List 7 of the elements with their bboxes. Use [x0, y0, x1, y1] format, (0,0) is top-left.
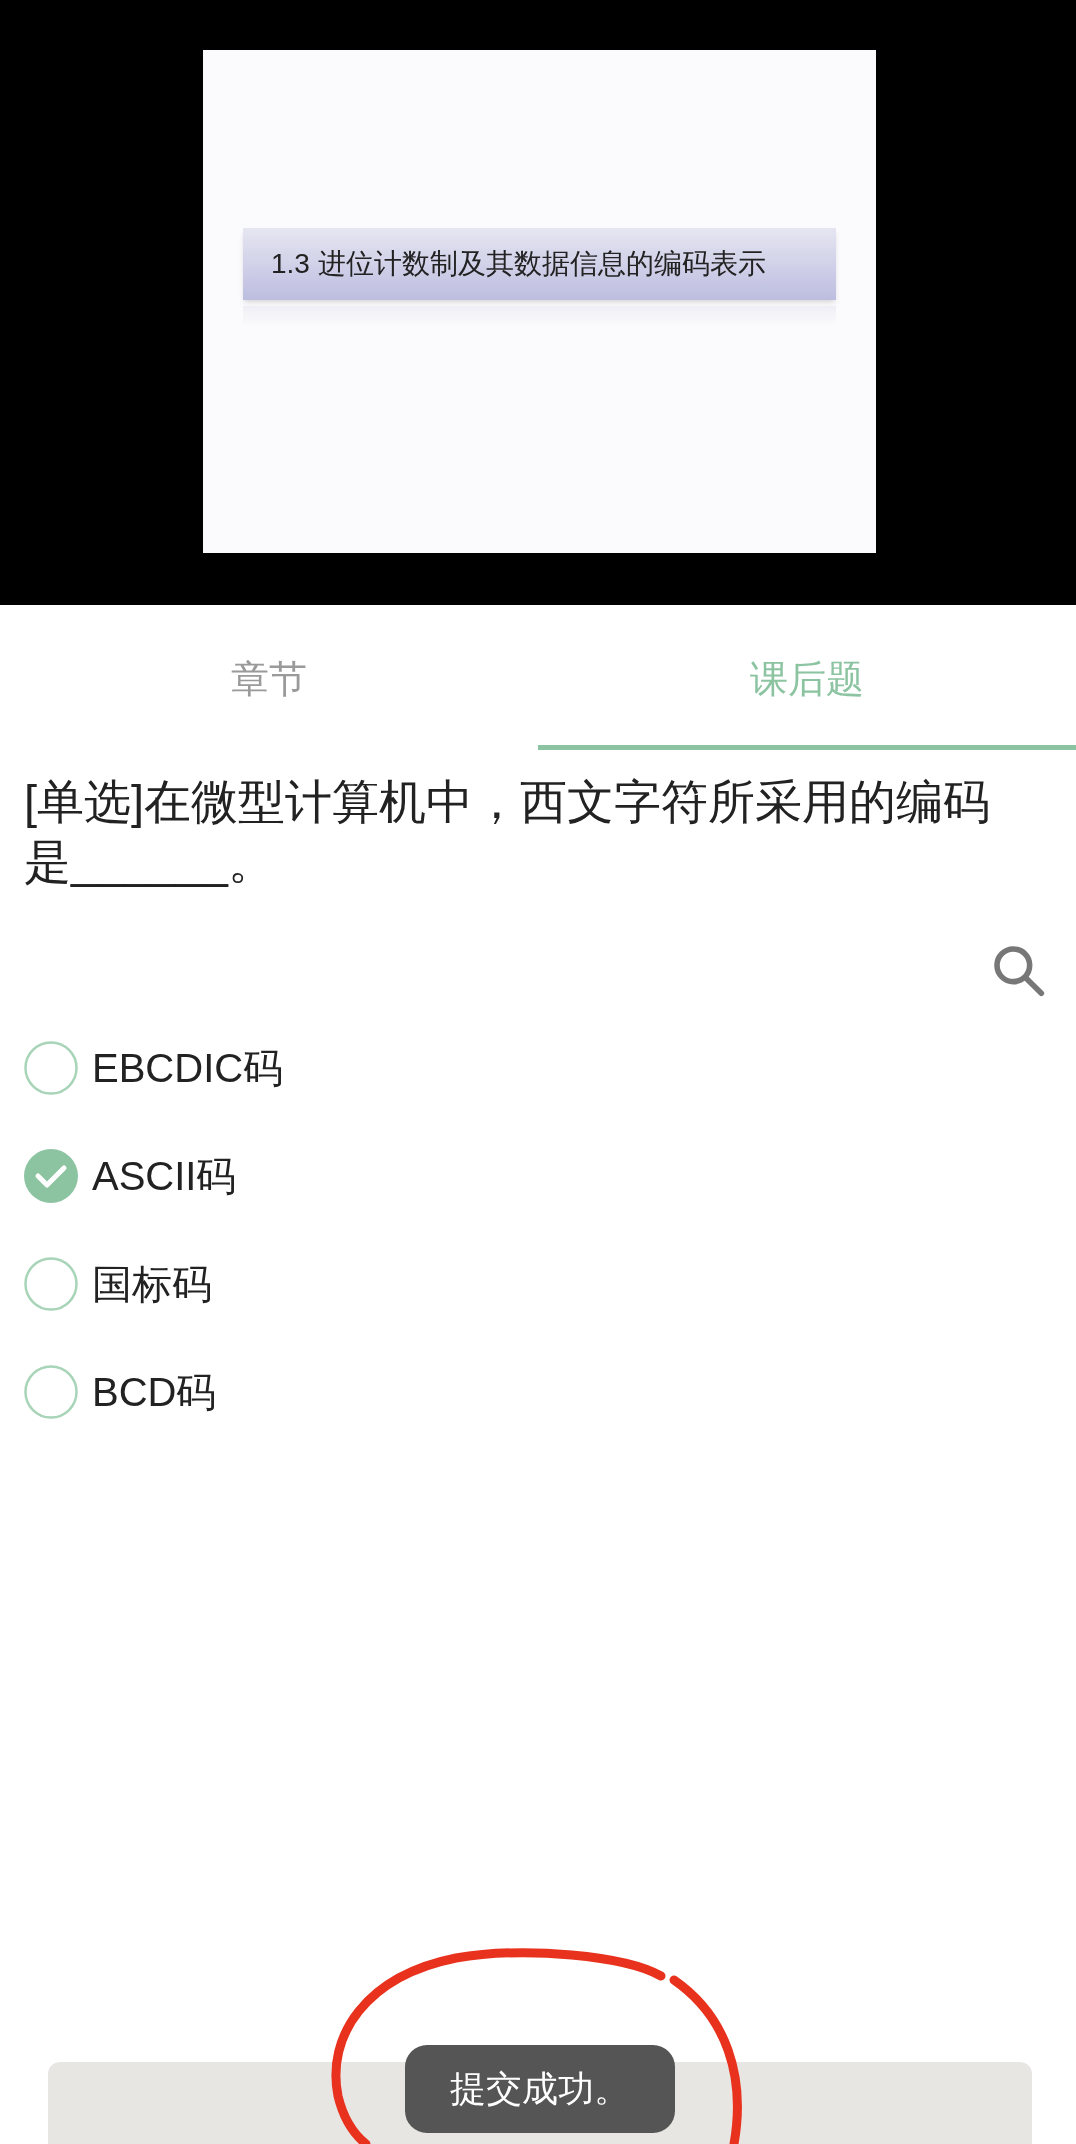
toast: 提交成功。 — [405, 2045, 675, 2133]
option-label: ASCII码 — [92, 1153, 237, 1200]
option-label: BCD码 — [92, 1369, 217, 1416]
option-label: EBCDIC码 — [92, 1045, 284, 1092]
question-text: [单选]在微型计算机中，西文字符所采用的编码是______。 — [23, 774, 992, 890]
option-label: 国标码 — [92, 1261, 212, 1308]
slide-title: 1.3 进位计数制及其数据信息的编码表示 — [243, 228, 836, 300]
